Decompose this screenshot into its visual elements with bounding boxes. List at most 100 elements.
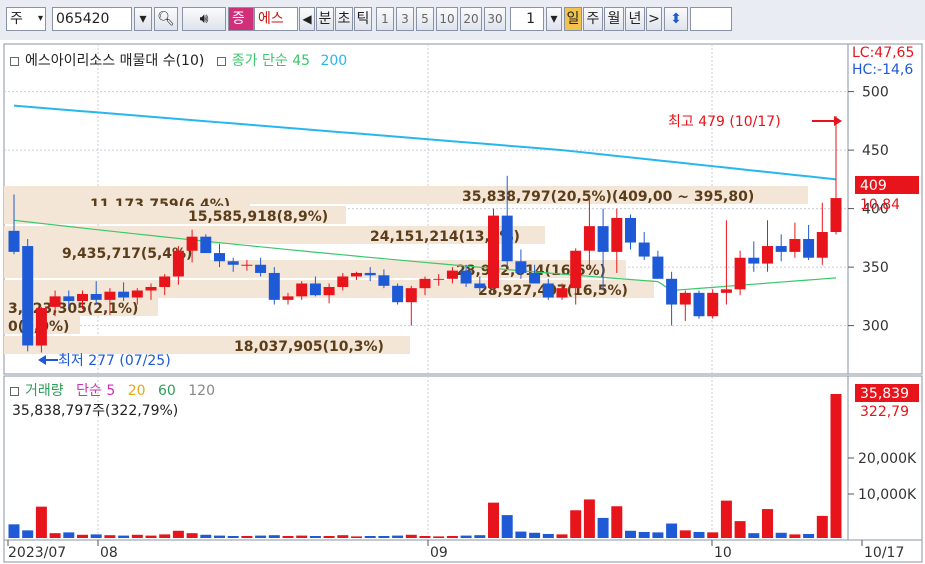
candle-body	[474, 283, 486, 289]
volume-bar	[214, 535, 225, 538]
candle-body	[830, 198, 842, 232]
chevron-down-icon: ▾	[550, 11, 558, 27]
period-select-value: 주	[10, 11, 23, 27]
volume-legend: 거래량 단순 5 20 60 120	[10, 380, 215, 400]
candle-body	[583, 226, 595, 251]
legend-toggle-icon[interactable]	[10, 386, 19, 396]
speaker-button[interactable]: 🔊︎	[182, 7, 226, 31]
x-axis-10: 10	[714, 545, 732, 561]
candle-body	[734, 257, 746, 290]
volume-bar	[679, 530, 691, 538]
legend-toggle-icon[interactable]	[10, 56, 19, 66]
candle-body	[214, 253, 225, 262]
candle-body	[8, 230, 20, 252]
candle-body	[351, 272, 362, 277]
candle-body	[145, 286, 157, 291]
nav-right-button[interactable]: >	[646, 7, 662, 31]
candle-body	[611, 217, 623, 252]
current-price: 409	[860, 178, 887, 194]
volume-bar	[446, 535, 458, 538]
stock-title: 에스아이리소스 매물대 수(10)	[25, 53, 205, 69]
candle-body	[625, 217, 636, 243]
count-input[interactable]: 1	[510, 7, 544, 31]
nav-left-button[interactable]: ◀	[299, 7, 315, 31]
volume-bar	[693, 531, 705, 538]
volume-bar	[597, 517, 609, 538]
stock-code-input[interactable]: 065420	[52, 7, 132, 31]
stock-badge: 증	[228, 7, 254, 31]
tab-week[interactable]: 주	[583, 7, 603, 31]
code-dropdown-button[interactable]: ▾	[134, 7, 152, 31]
candle-body	[803, 239, 815, 258]
candle-body	[378, 275, 390, 286]
candle-body	[296, 283, 308, 297]
candle-body	[446, 270, 458, 279]
volume-bar	[186, 533, 198, 538]
extra-input[interactable]	[690, 7, 732, 31]
interval-10[interactable]: 10	[436, 7, 458, 31]
tab-month[interactable]: 월	[604, 7, 624, 31]
candle-body	[131, 290, 143, 298]
period-select[interactable]: 주 ▾	[6, 7, 46, 31]
interval-3[interactable]: 3	[396, 7, 414, 31]
volume-bar	[172, 530, 184, 538]
tab-day[interactable]: 일	[564, 7, 582, 31]
y-tick-label: 500	[862, 85, 889, 101]
candle-body	[405, 288, 417, 303]
min-button[interactable]: 분	[316, 7, 334, 31]
candle-body	[570, 250, 582, 289]
tab-year[interactable]: 년	[625, 7, 645, 31]
candle-body	[542, 283, 554, 298]
count-dropdown-button[interactable]: ▾	[546, 7, 562, 31]
volume-bar	[145, 535, 157, 538]
volume-bar	[666, 523, 678, 538]
candle-body	[762, 246, 773, 264]
candle-body	[172, 250, 184, 277]
candle-body	[118, 291, 130, 298]
current-change: 10,84	[860, 197, 900, 213]
updown-button[interactable]: ⬍	[664, 7, 688, 31]
volume-bar	[789, 534, 801, 538]
candle-body	[693, 292, 705, 317]
volume-bar	[296, 535, 308, 538]
volume-bar	[159, 534, 171, 538]
volume-bar	[816, 515, 828, 538]
sec-button[interactable]: 초	[335, 7, 353, 31]
candle-body	[337, 276, 349, 287]
tick-button[interactable]: 틱	[354, 7, 372, 31]
x-axis-09: 09	[430, 545, 448, 561]
volume-bar	[227, 535, 239, 538]
volume-bar	[131, 534, 143, 538]
speaker-icon: 🔊︎	[199, 11, 209, 27]
volume-bar	[351, 536, 362, 538]
stock-chart[interactable]: 35,838,797(20,5%)(409,00 ~ 395,80)11,173…	[0, 40, 925, 564]
chart-area: 35,838,797(20,5%)(409,00 ~ 395,80) 11,173…	[0, 40, 925, 564]
volume-bar	[282, 535, 294, 538]
candle-body	[419, 278, 431, 289]
candle-body	[816, 232, 828, 258]
stock-code-value: 065420	[56, 11, 110, 27]
volume-bar	[118, 535, 130, 538]
volume-bar	[625, 530, 636, 538]
volume-bar	[474, 535, 486, 538]
current-volume-pct: 322,79	[860, 404, 909, 420]
candle-body	[90, 294, 102, 300]
volume-bar	[337, 535, 349, 538]
volume-bar	[734, 521, 746, 538]
candle-body	[77, 294, 88, 302]
y-tick-label: 350	[862, 260, 889, 276]
candle-body	[556, 288, 568, 298]
interval-1[interactable]: 1	[376, 7, 394, 31]
search-button[interactable]: 🔍︎	[154, 7, 178, 31]
volume-bar	[720, 500, 732, 538]
vol-ma20: 20	[127, 383, 146, 399]
legend-toggle-icon[interactable]	[216, 56, 226, 66]
volume-current: 35,838,797주(322,79%)	[12, 403, 179, 419]
interval-30[interactable]: 30	[484, 7, 506, 31]
interval-5[interactable]: 5	[416, 7, 434, 31]
candle-body	[501, 215, 513, 262]
interval-20[interactable]: 20	[460, 7, 482, 31]
candle-body	[282, 296, 294, 300]
candle-body	[460, 270, 472, 284]
candle-body	[679, 292, 691, 305]
